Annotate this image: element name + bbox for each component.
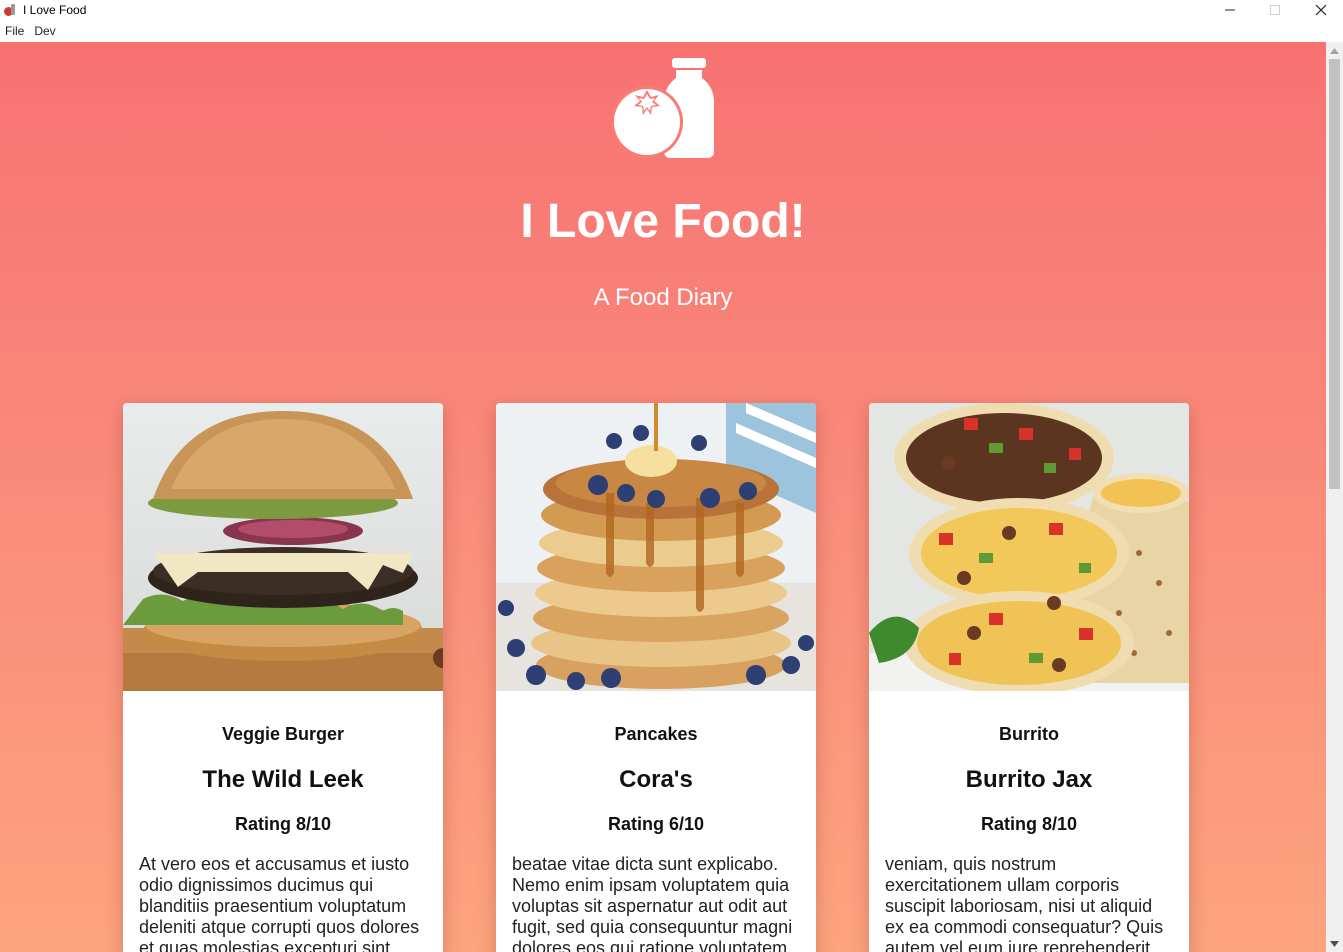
rating: Rating 6/10 <box>607 814 705 834</box>
review-text: beatae vitae dicta sunt explicabo. Nemo … <box>512 854 793 952</box>
burrito-photo <box>869 403 1189 695</box>
tomato-bottle-logo <box>611 58 714 158</box>
dish-name: Veggie Burger <box>221 724 345 744</box>
restaurant-name: The Wild Leek <box>202 766 364 793</box>
restaurant-name: Cora's <box>619 766 693 793</box>
food-card[interactable]: Pancakes Cora's Rating 6/10 beatae vitae… <box>496 403 816 952</box>
page-subtitle: A Food Diary <box>593 284 733 311</box>
menu-bar: File Dev <box>0 19 1343 42</box>
main-content: I Love Food! A Food Diary Veggie Burger … <box>0 42 1326 952</box>
pancakes-photo <box>496 403 816 691</box>
scroll-down-icon[interactable] <box>1326 935 1343 952</box>
window-title-bar: I Love Food <box>0 0 1343 19</box>
review-text: At vero eos et accusamus et iusto odio d… <box>139 854 420 952</box>
rating: Rating 8/10 <box>234 814 332 834</box>
food-card[interactable]: Burrito Burrito Jax Rating 8/10 veniam, … <box>869 403 1189 952</box>
scroll-up-icon[interactable] <box>1326 42 1343 59</box>
scrollbar-thumb[interactable] <box>1329 59 1340 489</box>
rating: Rating 8/10 <box>980 814 1078 834</box>
minimize-icon[interactable] <box>1207 0 1252 19</box>
close-icon[interactable] <box>1298 0 1343 19</box>
veggie-burger-photo <box>123 403 443 691</box>
window-title: I Love Food <box>23 2 87 17</box>
maximize-icon[interactable] <box>1252 0 1297 19</box>
menu-file[interactable]: File <box>0 24 29 38</box>
food-card[interactable]: Veggie Burger The Wild Leek Rating 8/10 … <box>123 403 443 952</box>
menu-dev[interactable]: Dev <box>29 24 60 38</box>
app-icon <box>4 3 16 16</box>
page-title: I Love Food! <box>520 195 806 248</box>
dish-name: Pancakes <box>614 724 698 744</box>
restaurant-name: Burrito Jax <box>965 766 1093 793</box>
review-text: veniam, quis nostrum exercitationem ulla… <box>885 854 1164 952</box>
dish-name: Burrito <box>999 724 1059 744</box>
vertical-scrollbar[interactable] <box>1326 42 1343 952</box>
